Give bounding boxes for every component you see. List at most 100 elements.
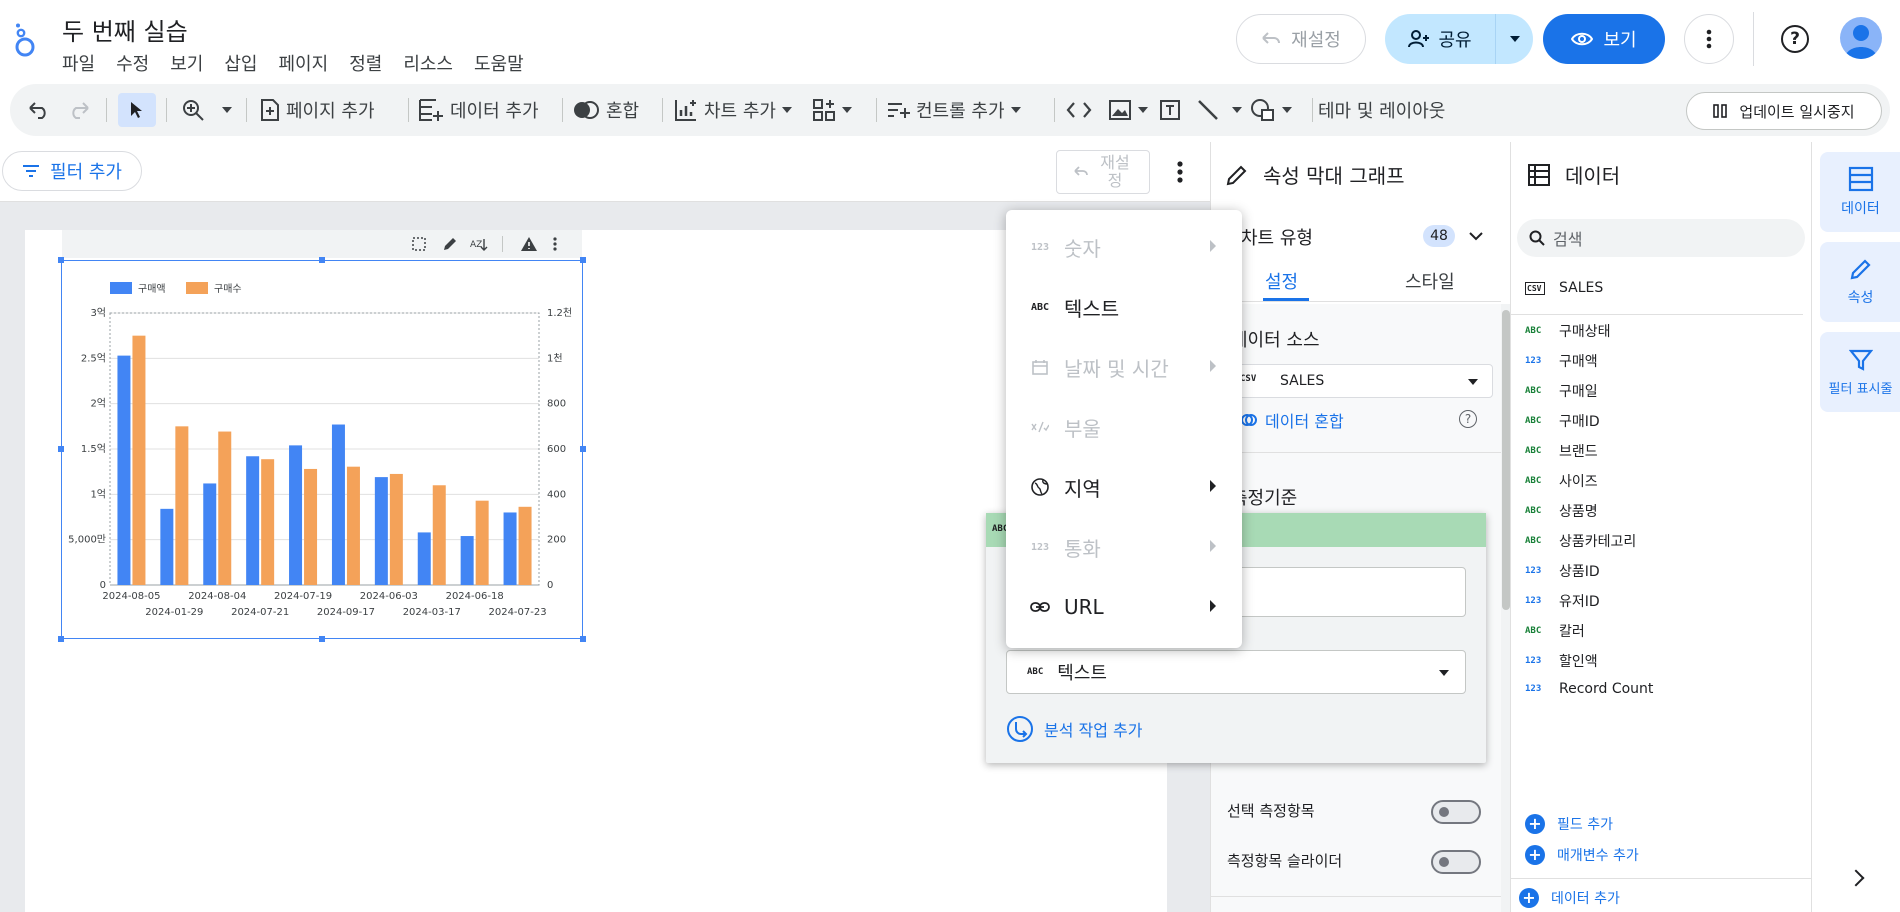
field-item[interactable]: ABC 구매ID	[1525, 411, 1600, 431]
report-title[interactable]: 두 번째 실습	[62, 12, 188, 47]
line-button[interactable]	[1196, 84, 1242, 136]
rail-properties-button[interactable]: 속성	[1820, 242, 1900, 322]
view-button[interactable]: 보기	[1543, 14, 1665, 64]
select-area-icon[interactable]	[412, 237, 426, 251]
field-item[interactable]: 123 구매액	[1525, 351, 1598, 371]
more-options-button[interactable]	[1684, 14, 1734, 64]
menu-item-boolean[interactable]: 부울	[1006, 402, 1242, 452]
menu-item-url[interactable]: URL	[1006, 582, 1242, 632]
field-item[interactable]: ABC 상품명	[1525, 501, 1598, 521]
add-filter-button[interactable]: 필터 추가	[2, 151, 142, 191]
menu-insert[interactable]: 삽입	[224, 50, 257, 76]
menu-item-geo[interactable]: 지역	[1006, 462, 1242, 512]
menu-file[interactable]: 파일	[62, 50, 95, 76]
add-control-button[interactable]: 컨트롤 추가	[886, 84, 1021, 136]
widgets-icon	[813, 99, 835, 121]
theme-layout-button[interactable]: 테마 및 레이아웃	[1318, 84, 1445, 136]
blend-button[interactable]: 혼합	[572, 84, 639, 136]
x-axis-tick-label: 2024-06-03	[360, 591, 418, 602]
resize-handle[interactable]	[58, 636, 64, 642]
shape-button[interactable]	[1250, 84, 1292, 136]
field-item[interactable]: ABC 구매상태	[1525, 321, 1611, 341]
field-item[interactable]: 123 할인액	[1525, 651, 1598, 671]
add-calculation-button[interactable]: 분석 작업 추가	[1006, 715, 1143, 743]
reset-button[interactable]: 재설정	[1236, 14, 1366, 64]
tab-style[interactable]: 스타일	[1405, 268, 1455, 294]
add-chart-button[interactable]: 차트 추가	[674, 84, 792, 136]
resize-handle[interactable]	[580, 636, 586, 642]
field-item[interactable]: 123 Record Count	[1525, 681, 1653, 697]
add-component-button[interactable]	[812, 84, 852, 136]
tab-setup[interactable]: 설정	[1265, 268, 1298, 294]
rail-filter-bar-button[interactable]: 필터 표시줄	[1820, 332, 1900, 412]
add-page-button[interactable]: 페이지 추가	[260, 84, 375, 136]
bar-purchase-count	[132, 335, 146, 585]
help-icon[interactable]: ?	[1459, 410, 1477, 428]
edit-pencil-icon[interactable]	[442, 236, 458, 252]
y-axis-left-tick-label: 2.5억	[81, 352, 106, 364]
select-tool-button[interactable]	[118, 93, 156, 127]
add-data-button[interactable]: 데이터 추가	[418, 84, 539, 136]
optional-metric-toggle[interactable]	[1431, 800, 1481, 824]
resize-handle[interactable]	[319, 636, 325, 642]
data-source-dropdown[interactable]: CSV SALES	[1231, 364, 1493, 398]
field-item[interactable]: 123 상품ID	[1525, 561, 1600, 581]
resize-handle[interactable]	[58, 446, 64, 452]
bar-chart[interactable]: 0 5,000만 1억 1.5억 2억 2.5억 3억 0 200 400 600 800 1천 1.2천…	[61, 260, 583, 639]
resize-handle[interactable]	[319, 257, 325, 263]
number-icon: 123	[1030, 241, 1050, 253]
warning-icon[interactable]	[520, 236, 538, 252]
menu-item-text[interactable]: ABC 텍스트	[1006, 282, 1242, 332]
field-item[interactable]: ABC 구매일	[1525, 381, 1598, 401]
add-parameter-button[interactable]: + 매개변수 추가	[1525, 845, 1639, 865]
canvas-reset-label: 재설정	[1100, 153, 1130, 190]
data-search-box[interactable]: 검색	[1517, 219, 1805, 257]
account-avatar[interactable]	[1840, 17, 1882, 59]
image-button[interactable]	[1108, 84, 1148, 136]
help-icon[interactable]: ?	[1781, 25, 1809, 53]
field-item[interactable]: 123 유저ID	[1525, 591, 1600, 611]
canvas-more-icon[interactable]	[1170, 156, 1190, 188]
menu-view[interactable]: 보기	[170, 50, 203, 76]
sort-az-icon[interactable]: AZ	[470, 236, 490, 252]
field-item[interactable]: ABC 사이즈	[1525, 471, 1598, 491]
pause-updates-button[interactable]: 업데이트 일시중지	[1686, 92, 1882, 130]
text-box-button[interactable]	[1158, 84, 1182, 136]
dimension-type-icon: ABC	[1525, 386, 1542, 396]
canvas-reset-button[interactable]: 재설정	[1056, 150, 1150, 194]
add-data-source-button[interactable]: + 데이터 추가	[1519, 888, 1620, 908]
field-item[interactable]: ABC 상품카테고리	[1525, 531, 1636, 551]
menu-item-currency[interactable]: 123 통화	[1006, 522, 1242, 572]
data-blend-link[interactable]: 데이터 혼합	[1241, 408, 1344, 432]
add-field-button[interactable]: + 필드 추가	[1525, 814, 1613, 834]
menu-resource[interactable]: 리소스	[403, 50, 453, 76]
field-item[interactable]: ABC 칼러	[1525, 621, 1585, 641]
embed-url-button[interactable]	[1066, 84, 1092, 136]
menu-item-datetime[interactable]: 날짜 및 시간	[1006, 342, 1242, 392]
metric-slider-toggle[interactable]	[1431, 850, 1481, 874]
zoom-button[interactable]	[182, 84, 232, 136]
menu-edit[interactable]: 수정	[116, 50, 149, 76]
chart-type-row[interactable]: 차트 유형	[1211, 214, 1511, 256]
chevron-right-icon[interactable]	[1847, 869, 1865, 887]
y-axis-left-tick-label: 5,000만	[68, 534, 106, 546]
field-type-select[interactable]: ABC 텍스트	[1006, 650, 1466, 694]
menu-item-number[interactable]: 123 숫자	[1006, 222, 1242, 272]
resize-handle[interactable]	[58, 257, 64, 263]
submenu-arrow-icon	[1210, 360, 1216, 372]
share-dropdown-button[interactable]	[1495, 14, 1533, 64]
properties-scrollbar-thumb[interactable]	[1502, 310, 1510, 610]
field-item[interactable]: ABC 브랜드	[1525, 441, 1598, 461]
rail-data-button[interactable]: 데이터	[1820, 152, 1900, 232]
resize-handle[interactable]	[580, 257, 586, 263]
share-button[interactable]: 공유	[1385, 14, 1495, 64]
data-source-row[interactable]: CSV SALES	[1525, 280, 1603, 296]
redo-button[interactable]	[68, 84, 90, 136]
undo-button[interactable]	[28, 84, 50, 136]
menu-help[interactable]: 도움말	[474, 50, 524, 76]
looker-studio-logo-icon[interactable]	[10, 22, 40, 58]
menu-arrange[interactable]: 정렬	[349, 50, 382, 76]
menu-page[interactable]: 페이지	[279, 50, 329, 76]
resize-handle[interactable]	[580, 446, 586, 452]
chart-more-icon[interactable]	[552, 236, 558, 252]
